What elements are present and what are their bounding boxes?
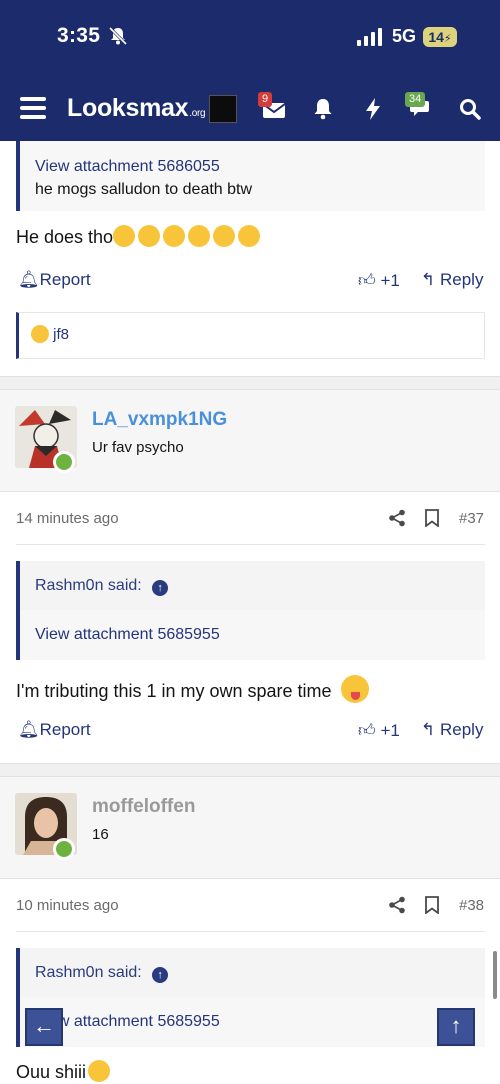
user-info-bar: moffeloffen 16 bbox=[0, 777, 500, 879]
laughing-emoji bbox=[138, 225, 161, 247]
post-meta: 14 minutes ago #37 bbox=[0, 500, 500, 540]
post-body-text: I'm tributing this 1 in my own spare tim… bbox=[16, 681, 332, 701]
signal-icon bbox=[357, 28, 382, 46]
scrollbar[interactable] bbox=[493, 951, 497, 999]
online-indicator bbox=[53, 838, 75, 860]
post-separator bbox=[0, 763, 500, 777]
post-time[interactable]: 14 minutes ago bbox=[16, 510, 119, 527]
reaction-user[interactable]: jf8 bbox=[53, 326, 69, 343]
user-title: 16 bbox=[92, 826, 109, 843]
thumbs-up-icon: 👍︎ bbox=[358, 271, 376, 290]
lightning-icon[interactable] bbox=[361, 97, 385, 121]
laughing-emoji bbox=[238, 225, 261, 247]
post-separator bbox=[0, 376, 500, 390]
relieved-emoji bbox=[88, 1060, 111, 1082]
navbar: Looksmax.org 9 34 bbox=[0, 84, 500, 130]
like-button[interactable]: 👍︎ +1 bbox=[358, 270, 400, 291]
report-icon: 🔔︎ bbox=[18, 720, 40, 739]
status-bar: 3:35 5G 14⚡ bbox=[0, 22, 500, 52]
post-actions: 🔔︎Report 👍︎ +1 ↰ Reply bbox=[0, 716, 500, 746]
username[interactable]: LA_vxmpk1NG bbox=[92, 409, 227, 431]
arrow-left-icon: ← bbox=[33, 1013, 55, 1038]
share-icon[interactable] bbox=[388, 509, 406, 527]
post-body-text: He does tho bbox=[16, 227, 114, 247]
reply-icon: ↰ bbox=[421, 270, 436, 289]
user-info-bar: LA_vxmpk1NG Ur fav psycho bbox=[0, 390, 500, 492]
menu-icon[interactable] bbox=[20, 97, 46, 119]
reply-icon: ↰ bbox=[421, 720, 436, 739]
charging-icon: ⚡ bbox=[443, 33, 452, 45]
laughing-emoji bbox=[113, 225, 136, 247]
quote-author: Rashm0n said: bbox=[35, 577, 142, 594]
reply-button[interactable]: ↰ Reply bbox=[421, 270, 483, 290]
divider bbox=[16, 544, 485, 545]
laughing-emoji bbox=[31, 325, 49, 343]
logo-suffix: .org bbox=[189, 108, 206, 119]
reactions-bar[interactable]: jf8 bbox=[16, 312, 485, 359]
reply-button[interactable]: ↰ Reply bbox=[421, 720, 483, 740]
post-number[interactable]: #38 bbox=[459, 897, 484, 914]
conversations-badge: 34 bbox=[405, 92, 426, 107]
quote-block: Rashm0n said: ↑ View attachment 5685955 bbox=[16, 561, 485, 660]
quote-text: he mogs salludon to death btw bbox=[35, 181, 253, 198]
post-body: He does tho bbox=[16, 225, 261, 248]
like-count: +1 bbox=[380, 271, 400, 290]
battery-indicator: 14⚡ bbox=[423, 27, 457, 47]
quote-block: Rashm0n said: ↑ View attachment 5685955 bbox=[16, 948, 485, 1047]
report-icon: 🔔︎ bbox=[18, 270, 40, 289]
site-logo[interactable]: Looksmax.org bbox=[67, 94, 206, 123]
bookmark-icon[interactable] bbox=[424, 896, 440, 914]
scroll-top-button[interactable]: ↑ bbox=[437, 1008, 475, 1046]
user-title: Ur fav psycho bbox=[92, 439, 184, 456]
quote-header[interactable]: Rashm0n said: ↑ bbox=[20, 948, 485, 997]
quote-block: View attachment 5686055 he mogs salludon… bbox=[16, 141, 485, 211]
laughing-emoji bbox=[188, 225, 211, 247]
attachment-link[interactable]: View attachment 5685955 bbox=[20, 997, 485, 1047]
online-indicator bbox=[53, 451, 75, 473]
post-body-text: Ouu shiii bbox=[16, 1062, 87, 1082]
attachment-link[interactable]: View attachment 5685955 bbox=[20, 610, 485, 660]
bell-icon[interactable] bbox=[311, 97, 335, 121]
laughing-emojis bbox=[113, 225, 261, 247]
inbox-badge: 9 bbox=[258, 92, 273, 107]
like-button[interactable]: 👍︎ +1 bbox=[358, 720, 400, 741]
back-button[interactable]: ← bbox=[25, 1008, 63, 1046]
report-label: Report bbox=[39, 720, 91, 739]
report-button[interactable]: 🔔︎Report bbox=[18, 270, 91, 290]
user-avatar[interactable] bbox=[209, 95, 237, 123]
status-time: 3:35 bbox=[57, 24, 101, 47]
reply-label: Reply bbox=[439, 720, 484, 739]
post-number[interactable]: #37 bbox=[459, 510, 484, 527]
divider bbox=[16, 931, 485, 932]
network-type: 5G bbox=[392, 26, 417, 46]
top-header: 3:35 5G 14⚡ Looksmax.org 9 34 bbox=[0, 0, 500, 141]
post-meta: 10 minutes ago #38 bbox=[0, 887, 500, 927]
share-icon[interactable] bbox=[388, 896, 406, 914]
post-body: Ouu shiii bbox=[16, 1060, 111, 1083]
like-count: +1 bbox=[380, 721, 400, 740]
laughing-emoji bbox=[163, 225, 186, 247]
logo-text: Looksmax bbox=[67, 94, 189, 122]
quote-author: Rashm0n said: bbox=[35, 964, 142, 981]
jump-to-quote-icon[interactable]: ↑ bbox=[152, 580, 169, 596]
quote-header[interactable]: Rashm0n said: ↑ bbox=[20, 561, 485, 610]
jump-to-quote-icon[interactable]: ↑ bbox=[152, 967, 169, 983]
report-label: Report bbox=[39, 270, 91, 289]
attachment-link[interactable]: View attachment 5686055 bbox=[35, 155, 485, 178]
laughing-emoji bbox=[213, 225, 236, 247]
search-icon[interactable] bbox=[458, 97, 482, 121]
post-actions: 🔔︎Report 👍︎ +1 ↰ Reply bbox=[0, 266, 500, 296]
post-body: I'm tributing this 1 in my own spare tim… bbox=[16, 675, 369, 703]
reply-label: Reply bbox=[439, 270, 484, 289]
username[interactable]: moffeloffen bbox=[92, 796, 195, 818]
battery-level: 14 bbox=[428, 29, 444, 45]
arrow-up-icon: ↑ bbox=[450, 1013, 462, 1038]
thumbs-up-icon: 👍︎ bbox=[358, 721, 376, 740]
bookmark-icon[interactable] bbox=[424, 509, 440, 527]
reaction-summary: jf8 bbox=[31, 325, 69, 343]
silent-mode-icon bbox=[108, 26, 128, 46]
post-time[interactable]: 10 minutes ago bbox=[16, 897, 119, 914]
tongue-emoji bbox=[340, 675, 369, 703]
report-button[interactable]: 🔔︎Report bbox=[18, 720, 91, 740]
